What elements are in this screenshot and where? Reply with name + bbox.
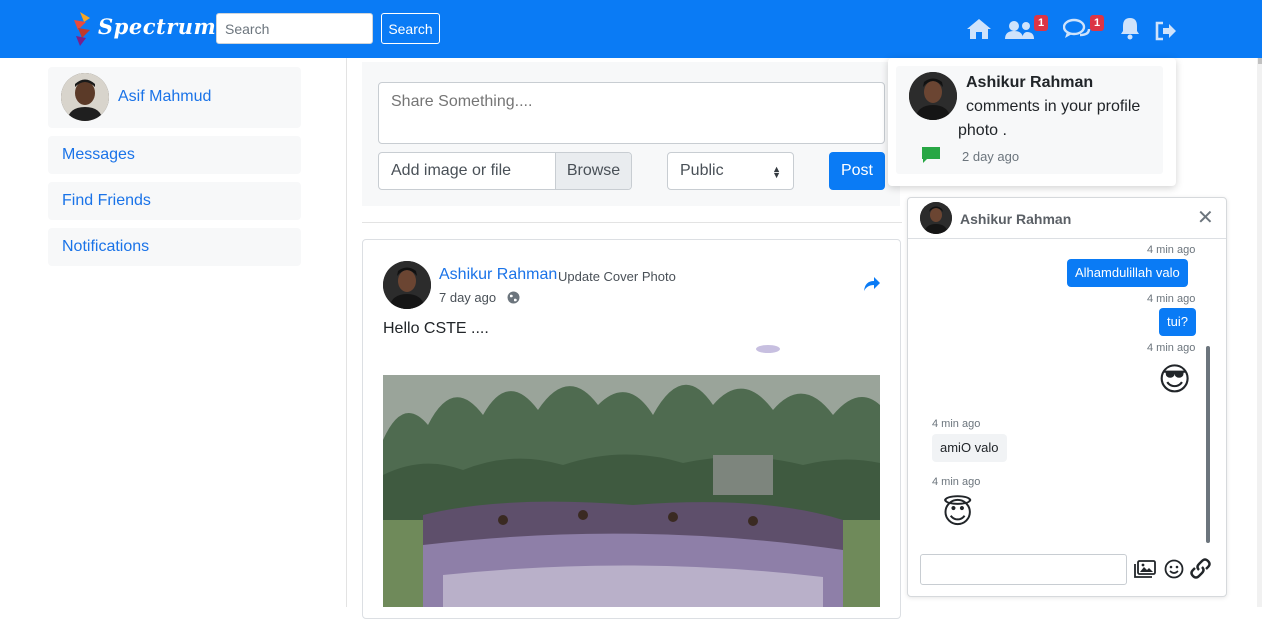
friends-badge: 1 (1034, 15, 1048, 31)
post-time: 7 day ago (439, 290, 497, 305)
globe-icon (507, 291, 520, 304)
logo-mark-icon (74, 12, 90, 46)
page-scrollbar[interactable] (1257, 58, 1262, 607)
message-time: 4 min ago (932, 418, 981, 430)
message-time: 4 min ago (1147, 342, 1196, 354)
message-bubble-outgoing: Alhamdulillah valo (1067, 259, 1188, 287)
sidebar-item-notifications[interactable]: Notifications (48, 228, 301, 266)
sidebar-profile[interactable]: Asif Mahmud (48, 67, 301, 128)
sidebar-item-label: Notifications (62, 238, 150, 255)
select-arrows-icon: ▲ ▼ (772, 164, 781, 180)
sidebar-item-messages[interactable]: Messages (48, 136, 301, 174)
chat-header-divider (908, 238, 1226, 239)
angel-emoji: 😇 (942, 497, 974, 530)
share-icon[interactable] (863, 276, 881, 292)
share-input[interactable] (378, 82, 885, 144)
emoji-icon[interactable] (1164, 559, 1184, 579)
message-time: 4 min ago (1147, 244, 1196, 256)
file-input-label: Add image or file (391, 162, 512, 179)
profile-avatar (61, 73, 109, 121)
chat-window (907, 197, 1227, 597)
column-divider (346, 58, 347, 607)
logout-icon[interactable] (1154, 17, 1178, 45)
notification-time: 2 day ago (962, 149, 1020, 164)
messages-badge: 1 (1090, 15, 1104, 31)
chat-scrollbar[interactable] (1206, 346, 1210, 543)
message-bubble-outgoing: tui? (1159, 308, 1196, 336)
notification-text: comments in your profile (966, 98, 1141, 115)
sidebar-item-label: Messages (62, 146, 135, 163)
post-author-avatar[interactable] (383, 261, 431, 309)
home-icon[interactable] (966, 15, 992, 43)
chat-contact-name: Ashikur Rahman (960, 211, 1072, 227)
file-input[interactable]: Add image or file Browse (378, 152, 632, 190)
search-button[interactable]: Search (381, 13, 440, 44)
sidebar-item-label: Find Friends (62, 192, 151, 209)
comment-icon (922, 147, 940, 163)
feed-divider (362, 222, 902, 223)
notification-avatar (909, 72, 957, 120)
privacy-select[interactable]: Public ▲ ▼ (667, 152, 794, 190)
message-time: 4 min ago (932, 476, 981, 488)
notifications-bell-icon[interactable] (1120, 14, 1140, 42)
chat-message-input[interactable] (920, 554, 1127, 585)
post-text: Hello CSTE .... (383, 320, 489, 337)
sidebar-item-find-friends[interactable]: Find Friends (48, 182, 301, 220)
notification-text-continued: photo . (958, 122, 1007, 139)
notification-name: Ashikur Rahman (966, 74, 1094, 91)
message-bubble-incoming: amiO valo (932, 434, 1007, 462)
post-cover-photo[interactable] (383, 345, 880, 607)
message-time: 4 min ago (1147, 293, 1196, 305)
friends-icon[interactable] (1005, 16, 1035, 44)
sunglasses-emoji: 😎 (1158, 361, 1192, 397)
post-button[interactable]: Post (829, 152, 885, 190)
post-action: Update Cover Photo (558, 269, 676, 284)
privacy-value: Public (680, 162, 724, 179)
page-scrollbar-thumb[interactable] (1258, 58, 1262, 64)
browse-button[interactable]: Browse (555, 153, 631, 189)
logo-text: Spectrum (98, 14, 217, 39)
image-upload-icon[interactable] (1134, 560, 1156, 578)
post-author-name[interactable]: Ashikur Rahman (439, 266, 557, 284)
profile-name[interactable]: Asif Mahmud (118, 88, 211, 106)
chat-avatar (920, 202, 952, 234)
messages-icon[interactable] (1063, 16, 1091, 44)
close-icon[interactable]: ✕ (1197, 208, 1214, 228)
spectrum-logo[interactable]: Spectrum (70, 12, 216, 46)
attach-link-icon[interactable] (1190, 558, 1211, 579)
search-input[interactable] (216, 13, 373, 44)
